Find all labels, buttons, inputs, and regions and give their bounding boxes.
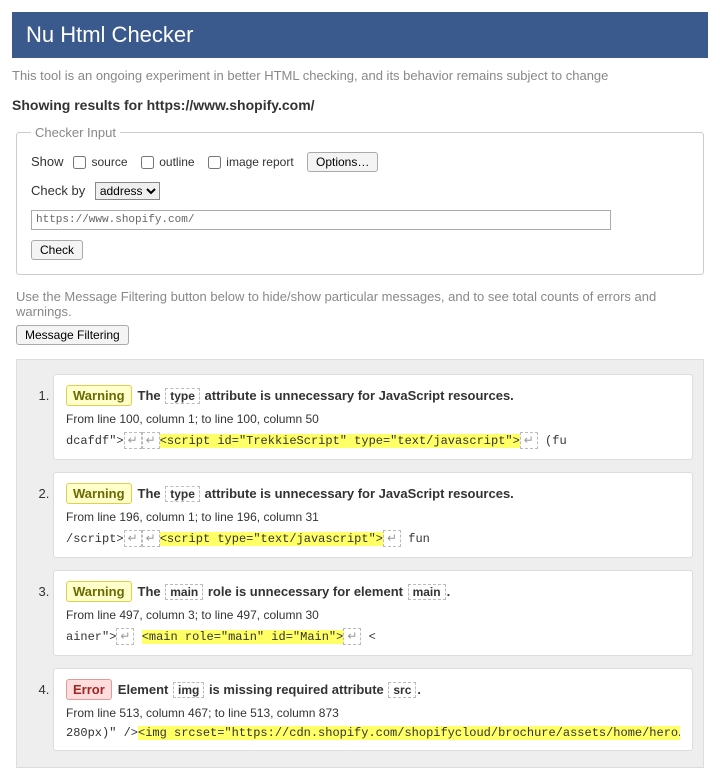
page-title: Nu Html Checker: [26, 22, 193, 47]
code-token: type: [165, 388, 200, 404]
page-title-bar: Nu Html Checker: [12, 12, 708, 58]
warning-badge: Warning: [66, 581, 132, 602]
message-item: Warning The main role is unnecessary for …: [53, 570, 693, 656]
check-button[interactable]: Check: [31, 240, 83, 260]
message-snippet: /script>↵↵<script type="text/javascript"…: [66, 530, 680, 547]
message-item: Warning The type attribute is unnecessary…: [53, 374, 693, 460]
checker-input-fieldset: Checker Input Show source outline image …: [16, 125, 704, 275]
outline-checkbox-label[interactable]: outline: [141, 155, 198, 169]
results-for-line: Showing results for https://www.shopify.…: [12, 97, 708, 125]
code-token: img: [173, 682, 204, 698]
options-button[interactable]: Options…: [307, 152, 378, 172]
filter-note: Use the Message Filtering button below t…: [16, 289, 704, 319]
source-checkbox-label[interactable]: source: [73, 155, 131, 169]
message-title: The main role is unnecessary for element…: [138, 584, 451, 599]
outline-checkbox[interactable]: [141, 156, 154, 169]
source-checkbox[interactable]: [73, 156, 86, 169]
warning-badge: Warning: [66, 385, 132, 406]
image-report-checkbox-label[interactable]: image report: [208, 155, 297, 169]
message-location: From line 497, column 3; to line 497, co…: [66, 608, 680, 622]
message-snippet: 280px)" /><img srcset="https://cdn.shopi…: [66, 726, 680, 740]
show-label: Show: [31, 154, 64, 169]
intro-text: This tool is an ongoing experiment in be…: [12, 58, 708, 97]
message-location: From line 100, column 1; to line 100, co…: [66, 412, 680, 426]
message-location: From line 196, column 1; to line 196, co…: [66, 510, 680, 524]
check-row: Check: [31, 240, 689, 260]
message-title: Element img is missing required attribut…: [118, 682, 421, 697]
checker-input-legend: Checker Input: [31, 125, 120, 140]
message-snippet: dcafdf">↵↵<script id="TrekkieScript" typ…: [66, 432, 680, 449]
code-token: src: [388, 682, 416, 698]
message-item: Warning The type attribute is unnecessary…: [53, 472, 693, 558]
results-panel: Warning The type attribute is unnecessary…: [16, 359, 704, 768]
show-row: Show source outline image report Options…: [31, 152, 689, 172]
message-snippet: ainer">↵ <main role="main" id="Main">↵ <: [66, 628, 680, 645]
checkby-label: Check by: [31, 183, 85, 198]
message-item: Error Element img is missing required att…: [53, 668, 693, 751]
warning-badge: Warning: [66, 483, 132, 504]
url-input[interactable]: [31, 210, 611, 230]
code-token: main: [408, 584, 446, 600]
checkby-row: Check by address: [31, 182, 689, 200]
url-row: [31, 210, 689, 230]
message-title: The type attribute is unnecessary for Ja…: [138, 486, 514, 501]
message-filtering-button[interactable]: Message Filtering: [16, 325, 129, 345]
code-token: type: [165, 486, 200, 502]
message-list: Warning The type attribute is unnecessary…: [27, 374, 693, 751]
code-token: main: [165, 584, 203, 600]
message-location: From line 513, column 467; to line 513, …: [66, 706, 680, 720]
checkby-select[interactable]: address: [95, 182, 160, 200]
message-title: The type attribute is unnecessary for Ja…: [138, 388, 514, 403]
image-report-checkbox[interactable]: [208, 156, 221, 169]
error-badge: Error: [66, 679, 112, 700]
